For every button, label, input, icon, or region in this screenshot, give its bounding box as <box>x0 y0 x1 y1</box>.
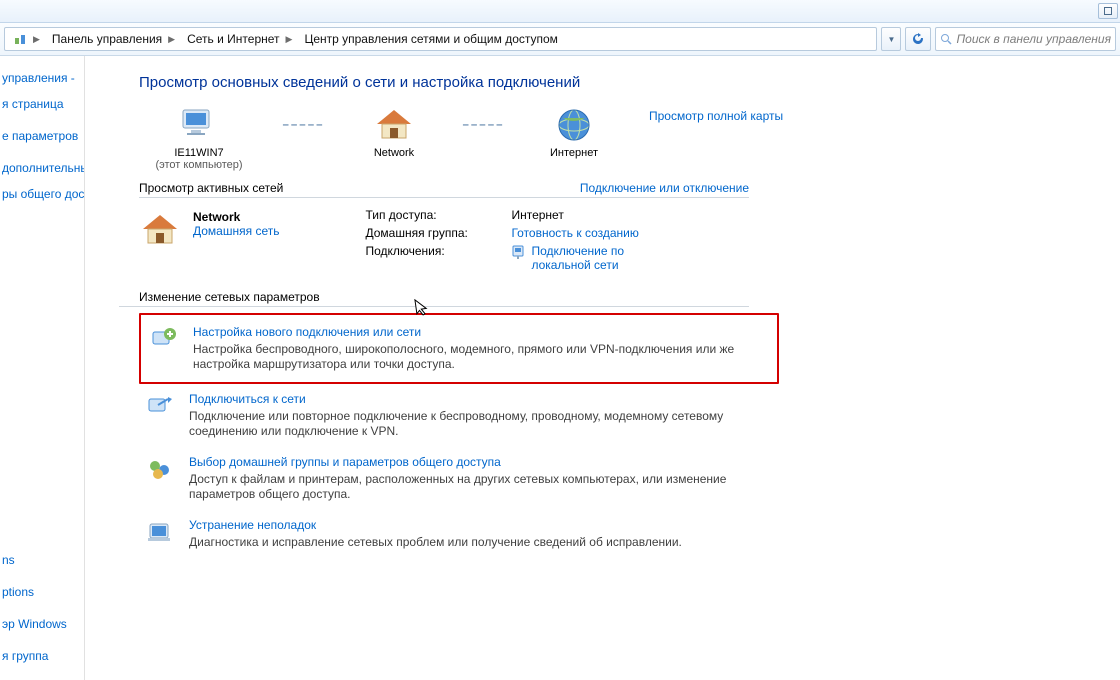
task-desc: Доступ к файлам и принтерам, расположенн… <box>189 472 765 502</box>
task-desc: Настройка беспроводного, широкополосного… <box>193 342 769 372</box>
sidebar: управления - я страница е параметров доп… <box>0 56 85 680</box>
node-label: IE11WIN7 <box>139 147 259 159</box>
chevron-down-icon: ▼ <box>888 35 896 44</box>
search-icon <box>940 33 952 45</box>
house-icon <box>370 105 418 145</box>
sidebar-link[interactable]: я страница <box>2 96 80 112</box>
task-desc: Диагностика и исправление сетевых пробле… <box>189 535 682 550</box>
full-map-link[interactable]: Просмотр полной карты <box>649 105 783 123</box>
section-title: Просмотр активных сетей <box>139 181 283 195</box>
active-network: Network Домашняя сеть Тип доступа: Интер… <box>139 206 1090 272</box>
search-input[interactable]: Поиск в панели управления <box>935 27 1116 51</box>
task-title[interactable]: Подключиться к сети <box>189 392 765 407</box>
node-label: Интернет <box>529 147 619 159</box>
page-title: Просмотр основных сведений о сети и наст… <box>139 74 1090 91</box>
chevron-right-icon: ▶ <box>33 34 40 45</box>
active-networks-header: Просмотр активных сетей Подключение или … <box>139 181 749 198</box>
breadcrumb-item[interactable]: Сеть и Интернет ▶ <box>181 28 298 50</box>
homegroup-label: Домашняя группа: <box>365 226 505 240</box>
window: ▶ Панель управления ▶ Сеть и Интернет ▶ … <box>0 0 1120 680</box>
network-name: Network <box>193 210 279 224</box>
globe-icon <box>550 105 598 145</box>
access-type-value: Интернет <box>511 208 661 222</box>
connect-icon <box>145 392 175 420</box>
content: Просмотр основных сведений о сети и наст… <box>85 56 1120 680</box>
task-title[interactable]: Устранение неполадок <box>189 518 682 533</box>
breadcrumb-item[interactable]: Панель управления ▶ <box>46 28 181 50</box>
sidebar-see-also-link[interactable]: ns <box>2 552 80 568</box>
task-desc: Подключение или повторное подключение к … <box>189 409 765 439</box>
task-title[interactable]: Выбор домашней группы и параметров общег… <box>189 455 765 470</box>
body: управления - я страница е параметров доп… <box>0 56 1120 680</box>
task-connect[interactable]: Подключиться к сети Подключение или повт… <box>139 384 771 447</box>
breadcrumb-root-icon[interactable]: ▶ <box>7 28 46 50</box>
search-placeholder: Поиск в панели управления <box>956 32 1111 46</box>
sidebar-see-also-link[interactable]: ptions <box>2 584 80 600</box>
sidebar-link[interactable]: дополнительные <box>2 160 80 176</box>
computer-icon <box>175 105 223 145</box>
connection-line: ━━━━━ <box>449 105 519 145</box>
chevron-right-icon: ▶ <box>168 34 175 45</box>
ethernet-icon <box>511 244 525 260</box>
node-sublabel: (этот компьютер) <box>139 159 259 171</box>
node-this-pc: IE11WIN7 (этот компьютер) <box>139 105 259 171</box>
connection-link[interactable]: Подключение по локальной сети <box>531 244 661 272</box>
homegroup-link[interactable]: Готовность к созданию <box>511 226 661 240</box>
task-new-connection[interactable]: Настройка нового подключения или сети На… <box>139 313 779 384</box>
breadcrumb[interactable]: ▶ Панель управления ▶ Сеть и Интернет ▶ … <box>4 27 877 51</box>
connections-label: Подключения: <box>365 244 505 272</box>
sidebar-see-also-link[interactable]: эр Windows <box>2 616 80 632</box>
breadcrumb-item[interactable]: Центр управления сетями и общим доступом <box>298 28 564 50</box>
refresh-button[interactable] <box>905 27 931 51</box>
title-button[interactable] <box>1098 3 1118 19</box>
breadcrumb-label: Сеть и Интернет <box>187 32 279 46</box>
node-label: Network <box>349 147 439 159</box>
breadcrumb-label: Центр управления сетями и общим доступом <box>304 32 558 46</box>
network-type-link[interactable]: Домашняя сеть <box>193 224 279 238</box>
titlebar <box>0 0 1120 23</box>
sidebar-link[interactable]: управления - <box>2 70 80 86</box>
network-map: IE11WIN7 (этот компьютер) ━━━━━ Network … <box>139 105 1090 171</box>
homegroup-icon <box>145 455 175 483</box>
access-type-label: Тип доступа: <box>365 208 505 222</box>
new-connection-icon <box>149 325 179 353</box>
settings-header: Изменение сетевых параметров <box>119 290 749 307</box>
house-icon <box>139 210 181 250</box>
node-internet: Интернет <box>529 105 619 159</box>
active-network-info: Network Домашняя сеть <box>139 206 279 272</box>
sidebar-link[interactable]: ры общего доступа <box>2 186 80 202</box>
address-bar: ▶ Панель управления ▶ Сеть и Интернет ▶ … <box>0 23 1120 56</box>
sidebar-link[interactable]: е параметров <box>2 128 80 144</box>
node-network: Network <box>349 105 439 159</box>
task-title[interactable]: Настройка нового подключения или сети <box>193 325 769 340</box>
sidebar-see-also-link[interactable]: я группа <box>2 648 80 664</box>
connect-disconnect-link[interactable]: Подключение или отключение <box>580 181 749 195</box>
troubleshoot-icon <box>145 518 175 546</box>
chevron-right-icon: ▶ <box>286 34 293 45</box>
task-homegroup[interactable]: Выбор домашней группы и параметров общег… <box>139 447 771 510</box>
breadcrumb-label: Панель управления <box>52 32 162 46</box>
active-network-details: Тип доступа: Интернет Домашняя группа: Г… <box>365 206 661 272</box>
task-troubleshoot[interactable]: Устранение неполадок Диагностика и испра… <box>139 510 771 558</box>
refresh-icon <box>911 32 925 46</box>
connection-line: ━━━━━ <box>269 105 339 145</box>
dropdown-history-button[interactable]: ▼ <box>881 27 901 51</box>
